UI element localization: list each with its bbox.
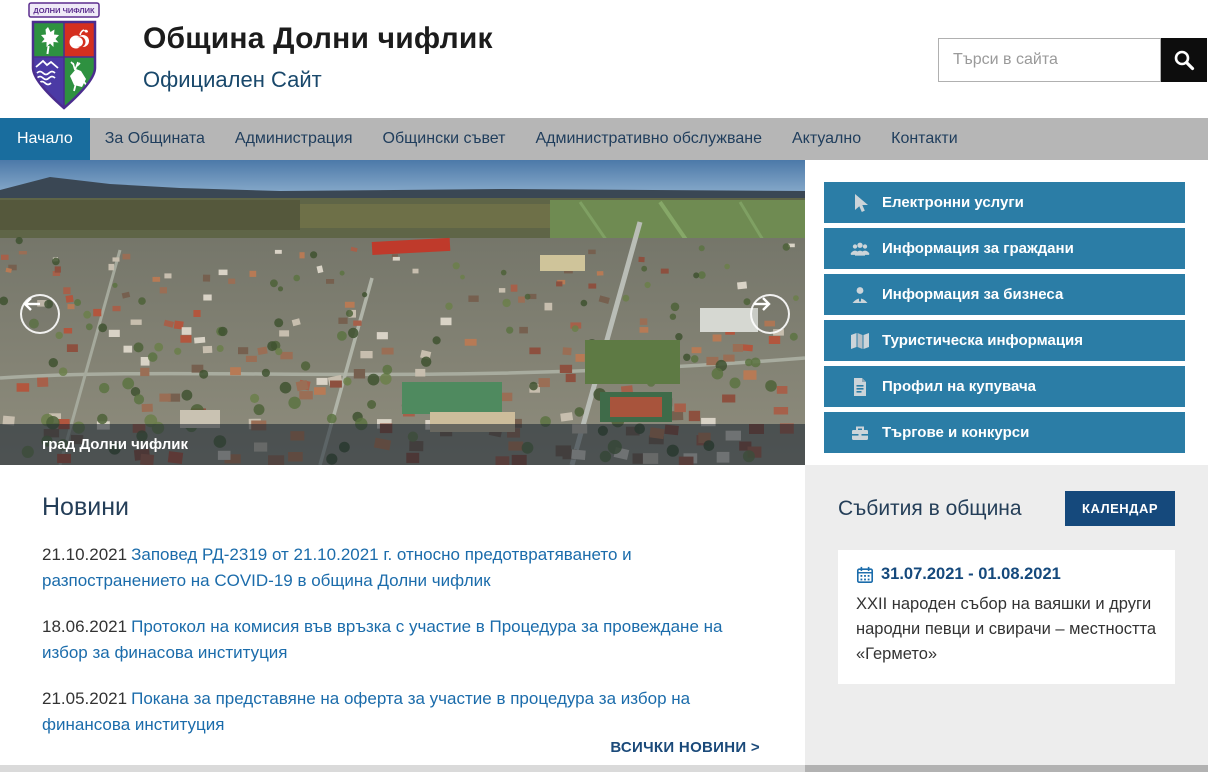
- main-nav: НачалоЗа ОбщинатаАдминистрацияОбщински с…: [0, 118, 1208, 160]
- news-section: Новини 21.10.2021Заповед РД-2319 от 21.1…: [0, 465, 805, 772]
- news-list: 21.10.2021Заповед РД-2319 от 21.10.2021 …: [42, 542, 760, 738]
- nav-item[interactable]: Начало: [0, 118, 90, 160]
- quick-link-item[interactable]: Профил на купувача: [824, 366, 1185, 407]
- nav-item[interactable]: Контакти: [876, 118, 973, 160]
- quick-link-item[interactable]: Информация за бизнеса: [824, 274, 1185, 315]
- event-text: XXII народен събор на ваяшки и други нар…: [856, 592, 1157, 666]
- document-icon: [850, 377, 870, 397]
- calendar-button[interactable]: КАЛЕНДАР: [1065, 491, 1175, 526]
- events-section: Събития в община КАЛЕНДАР 31.07.2021 - 0…: [805, 465, 1208, 772]
- events-header: Събития в община КАЛЕНДАР: [838, 491, 1175, 526]
- news-date: 18.06.2021: [42, 617, 127, 636]
- slider-caption: град Долни чифлик: [42, 436, 188, 453]
- events-title: Събития в община: [838, 497, 1022, 521]
- quick-link-label: Профил на купувача: [882, 378, 1036, 395]
- slider-prev-button[interactable]: [20, 294, 60, 334]
- coat-of-arms-logo[interactable]: ДОЛНИ ЧИФЛИК: [12, 2, 116, 114]
- arrow-right-icon: [752, 296, 772, 312]
- news-date: 21.10.2021: [42, 545, 127, 564]
- map-icon: [850, 331, 870, 351]
- header: ДОЛНИ ЧИФЛИК: [0, 0, 1208, 118]
- cursor-icon: [850, 193, 870, 213]
- quick-link-label: Информация за бизнеса: [882, 286, 1063, 303]
- bottom-row: Новини 21.10.2021Заповед РД-2319 от 21.1…: [0, 465, 1208, 772]
- news-link[interactable]: Заповед РД-2319 от 21.10.2021 г. относно…: [42, 545, 632, 590]
- quick-link-item[interactable]: Търгове и конкурси: [824, 412, 1185, 453]
- news-item: 21.10.2021Заповед РД-2319 от 21.10.2021 …: [42, 542, 760, 594]
- calendar-icon: [856, 566, 874, 584]
- svg-text:ДОЛНИ ЧИФЛИК: ДОЛНИ ЧИФЛИК: [33, 6, 95, 15]
- nav-item[interactable]: Администрация: [220, 118, 368, 160]
- nav-item[interactable]: Общински съвет: [368, 118, 521, 160]
- event-date: 31.07.2021 - 01.08.2021: [856, 565, 1157, 584]
- events-list: 31.07.2021 - 01.08.2021 XXII народен събо…: [838, 550, 1175, 684]
- arrow-left-icon: [22, 296, 42, 312]
- search-box: [938, 38, 1207, 82]
- slider-next-button[interactable]: [750, 294, 790, 334]
- site-subtitle: Официален Сайт: [143, 67, 493, 93]
- quick-link-label: Търгове и конкурси: [882, 424, 1029, 441]
- page: ДОЛНИ ЧИФЛИК: [0, 0, 1208, 772]
- quick-link-label: Информация за граждани: [882, 240, 1074, 257]
- footer-strip: [0, 765, 1208, 772]
- nav-item[interactable]: Административно обслужване: [520, 118, 777, 160]
- search-icon: [1173, 49, 1195, 71]
- user-icon: [850, 285, 870, 305]
- users-icon: [850, 239, 870, 259]
- nav-item[interactable]: За Общината: [90, 118, 220, 160]
- news-link[interactable]: Покана за представяне на оферта за участ…: [42, 689, 690, 734]
- main-row: град Долни чифлик Електронни услуги Инфор…: [0, 160, 1208, 465]
- news-date: 21.05.2021: [42, 689, 127, 708]
- search-input[interactable]: [938, 38, 1161, 82]
- news-item: 21.05.2021Покана за представяне на оферт…: [42, 686, 760, 738]
- hero-slider: град Долни чифлик: [0, 160, 805, 465]
- news-link[interactable]: Протокол на комисия във връзка с участие…: [42, 617, 722, 662]
- site-identity: Община Долни чифлик Официален Сайт: [143, 22, 493, 93]
- quick-link-item[interactable]: Информация за граждани: [824, 228, 1185, 269]
- briefcase-icon: [850, 423, 870, 443]
- quick-link-item[interactable]: Туристическа информация: [824, 320, 1185, 361]
- quick-link-item[interactable]: Електронни услуги: [824, 182, 1185, 223]
- event-card[interactable]: 31.07.2021 - 01.08.2021 XXII народен събо…: [838, 550, 1175, 684]
- quick-link-label: Електронни услуги: [882, 194, 1024, 211]
- all-news-link[interactable]: ВСИЧКИ НОВИНИ >: [610, 739, 760, 756]
- news-title: Новини: [42, 493, 760, 522]
- quick-link-label: Туристическа информация: [882, 332, 1083, 349]
- hero-aerial-photo: [0, 160, 805, 465]
- quick-links-panel: Електронни услуги Информация за граждани И…: [805, 160, 1208, 465]
- site-title: Община Долни чифлик: [143, 22, 493, 56]
- search-button[interactable]: [1161, 38, 1207, 82]
- news-item: 18.06.2021Протокол на комисия във връзка…: [42, 614, 760, 666]
- slider-caption-bar: град Долни чифлик: [0, 424, 805, 465]
- nav-item[interactable]: Актуално: [777, 118, 876, 160]
